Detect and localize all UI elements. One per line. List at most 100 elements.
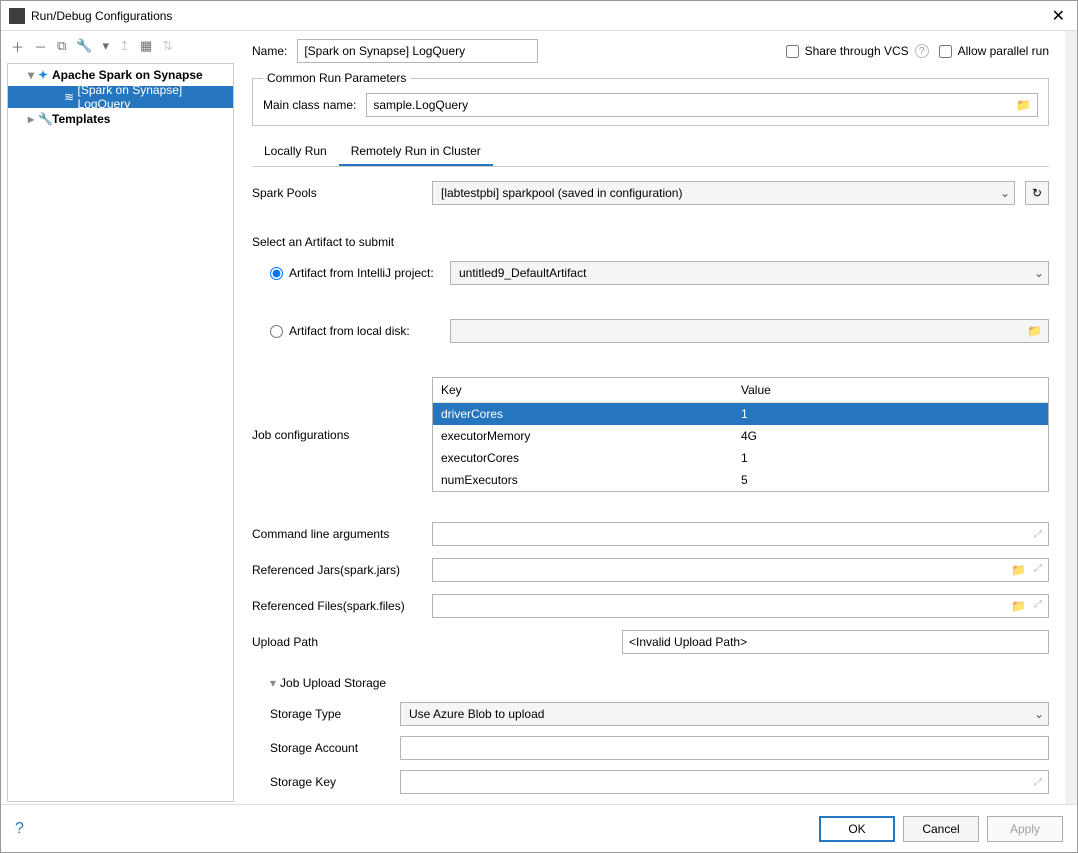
upload-path-text: <Invalid Upload Path> <box>629 635 747 649</box>
tab-remotely-run[interactable]: Remotely Run in Cluster <box>339 138 493 166</box>
titlebar: Run/Debug Configurations ✕ <box>1 1 1077 31</box>
storage-type-value: Use Azure Blob to upload <box>409 707 544 721</box>
folder-icon[interactable]: 📁 <box>1011 563 1026 577</box>
sidebar-toolbar: ＋ － ⧉ 🔧 ▾ ↥ ▦ ⇅ <box>1 31 236 61</box>
ok-button[interactable]: OK <box>819 816 895 842</box>
cell-value: 1 <box>733 447 1048 469</box>
cmd-args-input[interactable]: ⤢ <box>432 522 1049 546</box>
expand-icon[interactable]: ⤢ <box>1034 777 1042 788</box>
job-config-label: Job configurations <box>252 428 422 442</box>
tab-label: Remotely Run in Cluster <box>351 144 481 158</box>
wrench-icon[interactable]: 🔧 <box>76 38 92 54</box>
spark-pools-value: [labtestpbi] sparkpool (saved in configu… <box>441 186 682 200</box>
cancel-button[interactable]: Cancel <box>903 816 979 842</box>
expand-icon[interactable]: ⤢ <box>1034 529 1042 540</box>
chevron-down-icon: ⌄ <box>1034 707 1044 721</box>
ref-jars-label: Referenced Jars(spark.jars) <box>252 563 422 577</box>
cell-value: 1 <box>733 403 1048 425</box>
tab-locally-run[interactable]: Locally Run <box>252 138 339 166</box>
spark-pools-combo[interactable]: [labtestpbi] sparkpool (saved in configu… <box>432 181 1015 205</box>
share-vcs-label: Share through VCS <box>805 44 909 58</box>
storage-key-label: Storage Key <box>270 775 390 789</box>
sidebar: ＋ － ⧉ 🔧 ▾ ↥ ▦ ⇅ ▾ ✦ Apache Spark on Syna… <box>1 31 236 804</box>
app-icon <box>9 8 25 24</box>
button-label: Apply <box>1010 822 1040 836</box>
cell-key: executorCores <box>433 447 733 469</box>
expand-icon[interactable]: ⤢ <box>1034 563 1042 577</box>
copy-icon[interactable]: ⧉ <box>57 38 66 54</box>
storage-key-input[interactable]: ⤢ <box>400 770 1049 794</box>
table-header-value: Value <box>733 378 1048 402</box>
storage-account-input[interactable] <box>400 736 1049 760</box>
artifact-intellij-label: Artifact from IntelliJ project: <box>289 266 434 280</box>
button-label: Cancel <box>922 822 959 836</box>
tree-label: Apache Spark on Synapse <box>52 68 203 82</box>
tree-label: [Spark on Synapse] LogQuery <box>78 83 233 111</box>
expand-icon[interactable]: ⤢ <box>1034 599 1042 613</box>
config-name-input[interactable] <box>297 39 538 63</box>
help-icon[interactable]: ? <box>15 820 24 838</box>
upload-path-label: Upload Path <box>252 635 422 649</box>
table-header-key: Key <box>433 378 733 402</box>
spark-icon: ≋ <box>64 90 78 104</box>
menu-caret-icon[interactable]: ▾ <box>103 38 110 54</box>
cell-key: numExecutors <box>433 469 733 491</box>
folder-icon[interactable]: 📁 <box>1016 98 1031 112</box>
close-icon[interactable]: ✕ <box>1048 2 1069 30</box>
cell-key: executorMemory <box>433 425 733 447</box>
table-row[interactable]: executorCores 1 <box>433 447 1048 469</box>
ref-files-input[interactable]: 📁⤢ <box>432 594 1049 618</box>
ref-files-label: Referenced Files(spark.files) <box>252 599 422 613</box>
storage-header-label: Job Upload Storage <box>280 676 386 690</box>
sort-icon[interactable]: ⇅ <box>162 38 173 54</box>
artifact-intellij-value: untitled9_DefaultArtifact <box>459 266 586 280</box>
cell-value: 4G <box>733 425 1048 447</box>
artifact-intellij-radio[interactable] <box>270 267 283 280</box>
content-panel: Name: Share through VCS ? Allow parallel… <box>236 31 1065 804</box>
refresh-button[interactable]: ↻ <box>1025 181 1049 205</box>
table-row[interactable]: executorMemory 4G <box>433 425 1048 447</box>
artifact-local-input: 📁 <box>450 319 1049 343</box>
storage-header[interactable]: ▾ Job Upload Storage <box>270 676 1049 690</box>
main-class-value: sample.LogQuery <box>373 98 468 112</box>
artifact-intellij-combo[interactable]: untitled9_DefaultArtifact ⌄ <box>450 261 1049 285</box>
upload-path-value: <Invalid Upload Path> <box>622 630 1049 654</box>
main-class-input[interactable]: sample.LogQuery 📁 <box>366 93 1038 117</box>
chevron-down-icon: ⌄ <box>1000 186 1010 200</box>
dialog-footer: ? OK Cancel Apply <box>1 804 1077 852</box>
tree-node-selected-config[interactable]: ≋ [Spark on Synapse] LogQuery <box>8 86 233 108</box>
cell-key: driverCores <box>433 403 733 425</box>
wrench-icon: 🔧 <box>38 112 52 126</box>
share-vcs-checkbox[interactable] <box>786 45 799 58</box>
ref-jars-input[interactable]: 📁⤢ <box>432 558 1049 582</box>
parallel-run-label: Allow parallel run <box>958 44 1049 58</box>
chevron-down-icon: ⌄ <box>1034 266 1044 280</box>
remove-icon[interactable]: － <box>34 37 47 56</box>
chevron-down-icon: ▾ <box>270 676 276 690</box>
tab-label: Locally Run <box>264 144 327 158</box>
folder-tree-icon[interactable]: ▦ <box>140 38 152 54</box>
artifact-local-label: Artifact from local disk: <box>289 324 410 338</box>
storage-type-combo[interactable]: Use Azure Blob to upload ⌄ <box>400 702 1049 726</box>
common-legend: Common Run Parameters <box>263 71 410 85</box>
config-tree: ▾ ✦ Apache Spark on Synapse ≋ [Spark on … <box>7 63 234 802</box>
storage-account-label: Storage Account <box>270 741 390 755</box>
table-row[interactable]: driverCores 1 <box>433 403 1048 425</box>
up-icon[interactable]: ↥ <box>119 38 130 54</box>
help-icon[interactable]: ? <box>915 44 929 58</box>
tree-label: Templates <box>52 112 110 126</box>
tree-node-templates[interactable]: ▸ 🔧 Templates <box>8 108 233 130</box>
apply-button[interactable]: Apply <box>987 816 1063 842</box>
artifact-local-radio[interactable] <box>270 325 283 338</box>
parallel-run-checkbox[interactable] <box>939 45 952 58</box>
job-config-table: Key Value driverCores 1 executorMemory 4… <box>432 377 1049 492</box>
cmd-args-label: Command line arguments <box>252 527 422 541</box>
window-title: Run/Debug Configurations <box>31 9 172 23</box>
common-run-parameters: Common Run Parameters Main class name: s… <box>252 71 1049 126</box>
scrollbar[interactable] <box>1065 31 1077 804</box>
folder-icon[interactable]: 📁 <box>1011 599 1026 613</box>
table-row[interactable]: numExecutors 5 <box>433 469 1048 491</box>
name-label: Name: <box>252 44 287 58</box>
add-icon[interactable]: ＋ <box>11 37 24 56</box>
button-label: OK <box>848 822 865 836</box>
